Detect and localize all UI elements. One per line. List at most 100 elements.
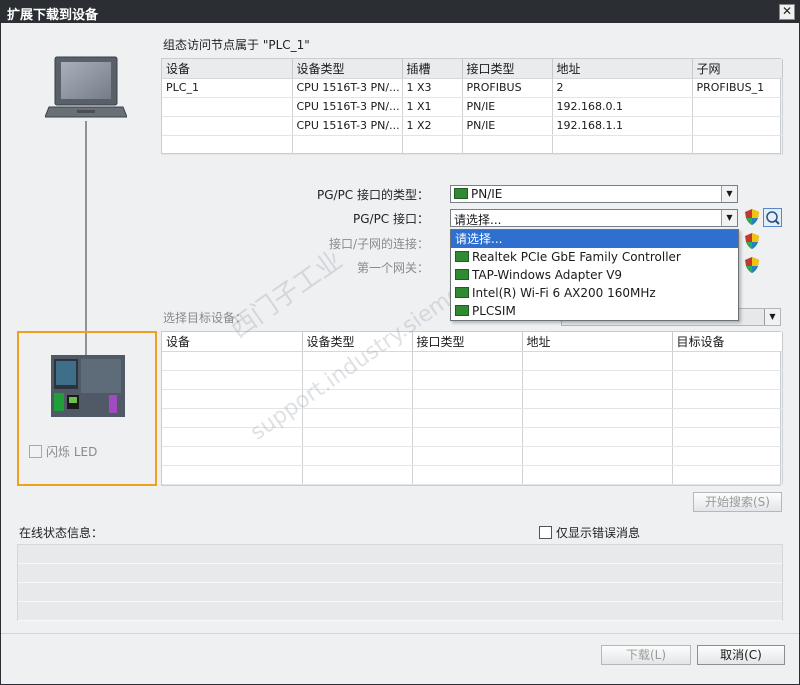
config-col-subnet[interactable]: 子网 xyxy=(692,59,783,79)
config-table-wrap: 设备 设备类型 插槽 接口类型 地址 子网 PLC_1 CPU 1516T-3 … xyxy=(161,58,783,155)
table-cell xyxy=(162,135,293,155)
subnet-connection-label: 接口/子网的连接： xyxy=(328,237,429,251)
table-cell: PROFIBUS_1 xyxy=(692,78,783,98)
dialog-titlebar: 扩展下载到设备 ✕ xyxy=(1,1,799,23)
table-cell: PN/IE xyxy=(462,97,553,117)
network-card-icon xyxy=(455,251,469,262)
network-card-icon xyxy=(455,305,469,316)
table-row[interactable] xyxy=(162,370,783,390)
option-label: TAP-Windows Adapter V9 xyxy=(472,268,623,282)
divider xyxy=(1,633,799,634)
table-cell xyxy=(552,135,693,155)
config-col-type[interactable]: 设备类型 xyxy=(292,59,403,79)
table-cell xyxy=(692,97,783,117)
list-item xyxy=(18,545,782,564)
table-cell: CPU 1516T-3 PN/... xyxy=(292,78,403,98)
status-heading: 在线状态信息： xyxy=(19,526,104,540)
config-table: 设备 设备类型 插槽 接口类型 地址 子网 PLC_1 CPU 1516T-3 … xyxy=(162,59,783,155)
config-row[interactable]: CPU 1516T-3 PN/... 1 X1 PN/IE 192.168.0.… xyxy=(162,97,783,117)
option-label: PLCSIM xyxy=(472,304,516,318)
chevron-down-icon[interactable]: ▼ xyxy=(764,309,780,325)
config-col-iface[interactable]: 接口类型 xyxy=(462,59,553,79)
only-errors-label: 仅显示错误消息 xyxy=(556,526,641,540)
list-item xyxy=(18,602,782,621)
checkbox-box[interactable] xyxy=(29,445,42,458)
pgpc-type-label: PG/PC 接口的类型： xyxy=(316,188,429,202)
network-icon xyxy=(454,188,468,199)
start-search-button[interactable]: 开始搜索(S) xyxy=(693,492,782,512)
table-cell xyxy=(692,135,783,155)
laptop-icon xyxy=(45,56,127,118)
network-card-icon xyxy=(455,287,469,298)
chevron-down-icon[interactable]: ▼ xyxy=(721,186,737,202)
table-cell: CPU 1516T-3 PN/... xyxy=(292,97,403,117)
dropdown-option-wifi[interactable]: Intel(R) Wi-Fi 6 AX200 160MHz xyxy=(451,284,738,302)
chevron-down-icon[interactable]: ▼ xyxy=(721,210,737,226)
target-table-wrap: 设备 设备类型 接口类型 地址 目标设备 xyxy=(161,331,783,486)
target-col-target[interactable]: 目标设备 xyxy=(672,332,783,352)
list-item xyxy=(18,583,782,602)
config-row[interactable]: CPU 1516T-3 PN/... 1 X2 PN/IE 192.168.1.… xyxy=(162,116,783,136)
first-gateway-label: 第一个网关： xyxy=(356,261,429,275)
table-cell: 192.168.0.1 xyxy=(552,97,693,117)
table-row[interactable] xyxy=(162,351,783,371)
flash-led-label: 闪烁 LED xyxy=(46,445,98,459)
cancel-button[interactable]: 取消(C) xyxy=(697,645,785,665)
dropdown-option-plcsim[interactable]: PLCSIM xyxy=(451,302,738,320)
dropdown-option-tap[interactable]: TAP-Windows Adapter V9 xyxy=(451,266,738,284)
config-col-address[interactable]: 地址 xyxy=(552,59,693,79)
target-col-device[interactable]: 设备 xyxy=(162,332,303,352)
status-log xyxy=(17,544,783,621)
connection-line xyxy=(85,121,87,355)
watermark-text: 西门子工业 xyxy=(224,245,349,345)
table-cell: PROFIBUS xyxy=(462,78,553,98)
table-row[interactable] xyxy=(162,446,783,466)
table-cell: PN/IE xyxy=(462,116,553,136)
config-row[interactable] xyxy=(162,135,783,155)
network-card-icon xyxy=(455,269,469,280)
only-errors-checkbox[interactable]: 仅显示错误消息 xyxy=(539,524,640,541)
config-heading: 组态访问节点属于 "PLC_1" xyxy=(163,38,310,52)
dropdown-option-placeholder[interactable]: 请选择... xyxy=(451,230,738,248)
option-label: Intel(R) Wi-Fi 6 AX200 160MHz xyxy=(472,286,656,300)
target-col-type[interactable]: 设备类型 xyxy=(302,332,413,352)
table-row[interactable] xyxy=(162,427,783,447)
table-cell: 1 X3 xyxy=(402,78,463,98)
shield-icon[interactable] xyxy=(745,209,759,225)
target-table: 设备 设备类型 接口类型 地址 目标设备 xyxy=(162,332,783,485)
target-device-panel: 闪烁 LED xyxy=(17,331,157,486)
option-label: Realtek PCIe GbE Family Controller xyxy=(472,250,681,264)
magnifier-icon xyxy=(766,211,780,225)
table-row[interactable] xyxy=(162,408,783,428)
table-row[interactable] xyxy=(162,389,783,409)
pgpc-interface-label: PG/PC 接口： xyxy=(352,212,429,226)
target-col-iface[interactable]: 接口类型 xyxy=(412,332,523,352)
dialog-content: 组态访问节点属于 "PLC_1" 设备 设备类型 插槽 接口类型 地址 子网 P… xyxy=(1,23,799,677)
table-cell xyxy=(292,135,403,155)
table-cell: PLC_1 xyxy=(162,78,293,98)
table-cell xyxy=(692,116,783,136)
target-heading: 选择目标设备： xyxy=(163,311,248,325)
interface-properties-button[interactable] xyxy=(763,208,782,227)
flash-led-checkbox[interactable]: 闪烁 LED xyxy=(29,443,97,460)
pgpc-interface-select[interactable]: 请选择... ▼ xyxy=(450,209,738,227)
pgpc-interface-value: 请选择... xyxy=(454,213,502,227)
shield-icon[interactable] xyxy=(745,233,759,249)
dialog-title: 扩展下载到设备 xyxy=(7,8,99,23)
table-cell: 2 xyxy=(552,78,693,98)
shield-icon[interactable] xyxy=(745,257,759,273)
download-dialog: 扩展下载到设备 ✕ 组态访问节点属于 "PLC_1" 设备 设备类型 插槽 接口… xyxy=(0,0,800,685)
pgpc-type-select[interactable]: PN/IE ▼ xyxy=(450,185,738,203)
table-cell xyxy=(162,97,293,117)
load-button[interactable]: 下载(L) xyxy=(601,645,691,665)
target-col-address[interactable]: 地址 xyxy=(522,332,673,352)
table-cell: 1 X2 xyxy=(402,116,463,136)
close-button[interactable]: ✕ xyxy=(779,4,795,20)
table-row[interactable] xyxy=(162,465,783,485)
config-col-slot[interactable]: 插槽 xyxy=(402,59,463,79)
dropdown-option-realtek[interactable]: Realtek PCIe GbE Family Controller xyxy=(451,248,738,266)
config-col-device[interactable]: 设备 xyxy=(162,59,293,79)
pgpc-interface-dropdown: 请选择... Realtek PCIe GbE Family Controlle… xyxy=(450,229,739,321)
checkbox-box[interactable] xyxy=(539,526,552,539)
config-row[interactable]: PLC_1 CPU 1516T-3 PN/... 1 X3 PROFIBUS 2… xyxy=(162,78,783,98)
